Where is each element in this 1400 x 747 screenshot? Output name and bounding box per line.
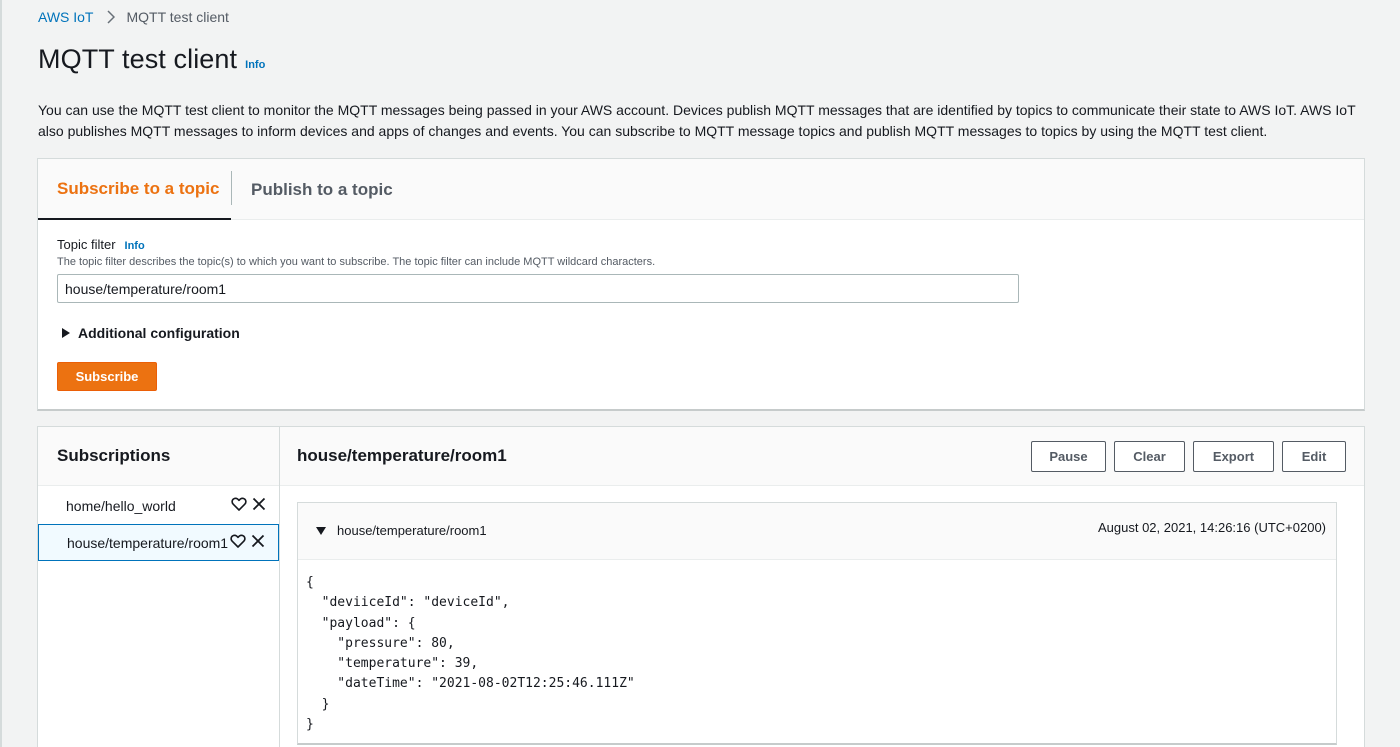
message-card: house/temperature/room1 August 02, 2021,…	[297, 502, 1337, 745]
left-edge-border	[0, 0, 2, 747]
subscribe-button[interactable]: Subscribe	[57, 362, 157, 391]
page-description: You can use the MQTT test client to moni…	[38, 102, 1356, 139]
subscription-actions	[230, 533, 266, 552]
subscription-actions	[231, 496, 267, 515]
message-expand-toggle[interactable]: house/temperature/room1	[316, 523, 487, 538]
clear-button[interactable]: Clear	[1114, 441, 1185, 472]
topic-filter-label-row: Topic filter Info	[57, 237, 145, 252]
messages-panel: house/temperature/room1 Pause Clear Expo…	[280, 426, 1365, 747]
tab-bar: Subscribe to a topic Publish to a topic	[38, 159, 1364, 220]
page-header: MQTT test client Info	[38, 44, 265, 75]
message-payload: { "deviiceId": "deviceId", "payload": { …	[306, 575, 635, 733]
additional-configuration-toggle[interactable]: Additional configuration	[62, 325, 240, 341]
page-info-link[interactable]: Info	[245, 59, 265, 71]
caret-right-icon	[62, 328, 70, 338]
messages-topic-title: house/temperature/room1	[297, 446, 507, 465]
message-timestamp: August 02, 2021, 14:26:16 (UTC+0200)	[1097, 520, 1326, 535]
page-title: MQTT test client	[38, 44, 238, 74]
additional-configuration-label: Additional configuration	[78, 325, 240, 341]
message-card-header: house/temperature/room1 August 02, 2021,…	[298, 503, 1336, 560]
message-topic: house/temperature/room1	[337, 523, 487, 538]
tab-subscribe[interactable]: Subscribe to a topic	[38, 159, 231, 220]
topic-filter-info-link[interactable]: Info	[125, 240, 145, 252]
subscribe-publish-panel: Subscribe to a topic Publish to a topic …	[37, 158, 1365, 411]
export-button[interactable]: Export	[1193, 441, 1274, 472]
subscription-label: home/hello_world	[66, 497, 176, 514]
subscription-item-selected[interactable]: house/temperature/room1	[38, 524, 279, 561]
heart-icon[interactable]	[231, 496, 247, 515]
topic-filter-label: Topic filter	[57, 237, 116, 252]
topic-filter-input[interactable]	[57, 274, 1019, 303]
chevron-right-icon	[106, 10, 115, 24]
topic-filter-description: The topic filter describes the topic(s) …	[57, 256, 656, 268]
breadcrumb: AWS IoT MQTT test client	[38, 9, 229, 25]
subscription-label: house/temperature/room1	[67, 534, 229, 551]
heart-icon[interactable]	[230, 533, 246, 552]
tab-divider	[231, 171, 232, 205]
close-icon[interactable]	[251, 496, 267, 515]
subscriptions-title: Subscriptions	[38, 427, 279, 486]
breadcrumb-aws-iot-link[interactable]: AWS IoT	[38, 9, 94, 25]
edit-button[interactable]: Edit	[1282, 441, 1346, 472]
messages-header: house/temperature/room1 Pause Clear Expo…	[280, 427, 1364, 486]
subscription-item[interactable]: home/hello_world	[38, 487, 279, 524]
pause-button[interactable]: Pause	[1031, 441, 1106, 472]
close-icon[interactable]	[250, 533, 266, 552]
subscriptions-panel: Subscriptions home/hello_world house/tem…	[37, 426, 280, 747]
caret-down-icon	[316, 526, 326, 535]
tab-publish[interactable]: Publish to a topic	[251, 159, 393, 220]
breadcrumb-current: MQTT test client	[126, 9, 229, 25]
